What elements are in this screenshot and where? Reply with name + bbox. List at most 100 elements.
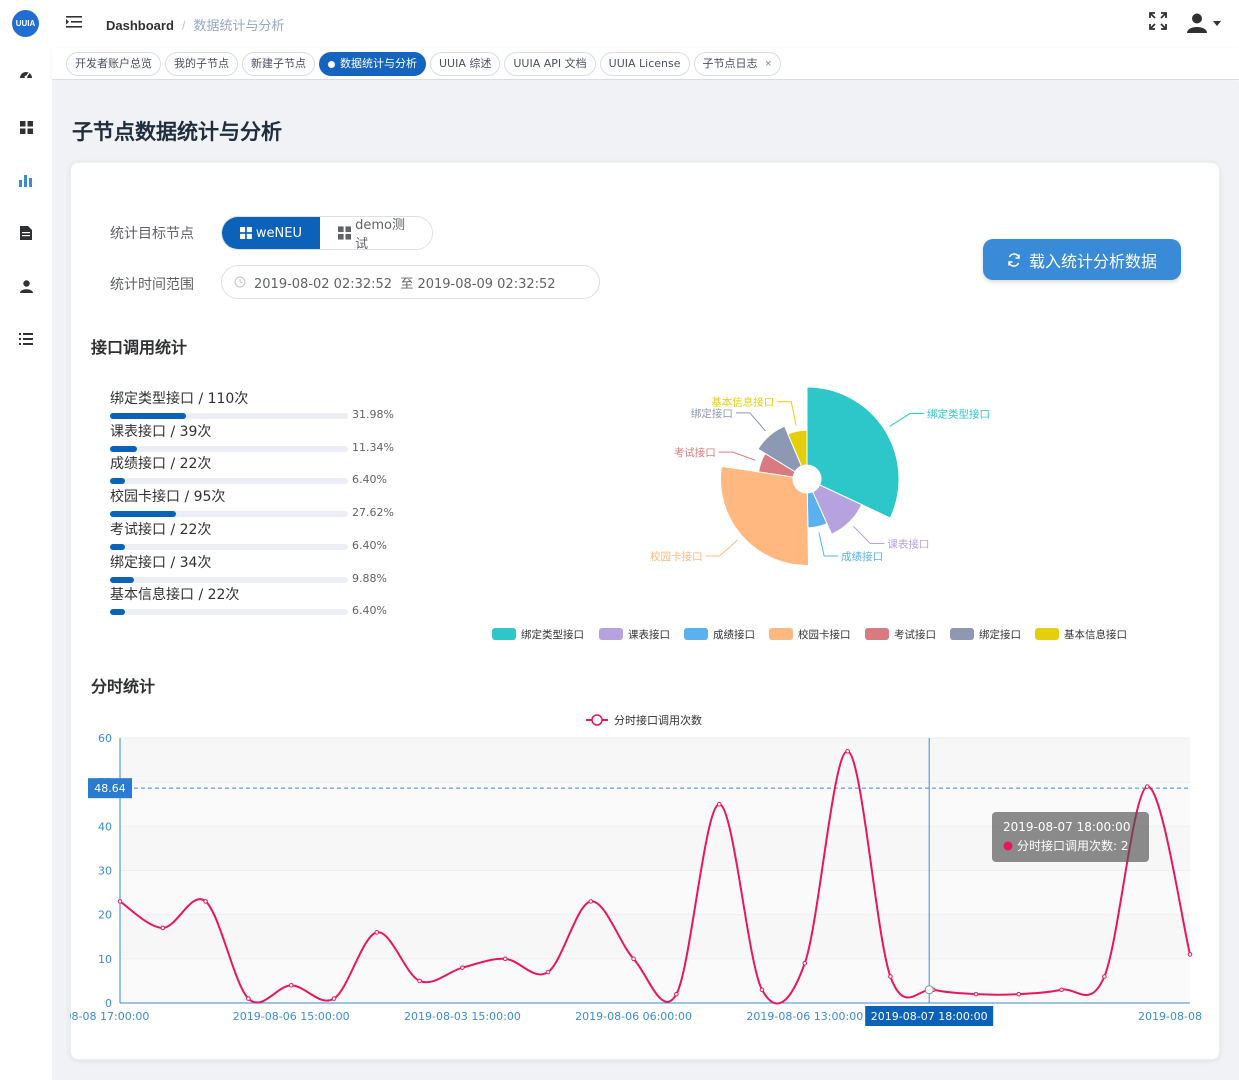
- x-tick-label: 2019-08-03 15:00:00: [404, 1010, 521, 1023]
- bar-chart-icon[interactable]: [16, 170, 36, 190]
- data-point[interactable]: [973, 991, 979, 997]
- api-stat-row: 课表接口 / 39次 11.34%: [110, 421, 410, 454]
- tag-数据统计与分析[interactable]: 数据统计与分析: [319, 52, 426, 76]
- tag-新建子节点[interactable]: 新建子节点: [242, 52, 315, 76]
- api-stat-progress: [110, 511, 348, 518]
- api-stat-row: 绑定类型接口 / 110次 31.98%: [110, 388, 410, 421]
- user-avatar-dropdown[interactable]: [1187, 13, 1221, 33]
- close-tag-icon[interactable]: ×: [765, 53, 773, 75]
- data-point[interactable]: [502, 956, 508, 962]
- tag-子节点日志[interactable]: 子节点日志 ×: [693, 52, 782, 76]
- app-logo[interactable]: UUIA: [12, 10, 39, 37]
- tag-UUIA-API-文档[interactable]: UUIA API 文档: [504, 52, 596, 76]
- legend-swatch: [865, 628, 889, 640]
- date-range-picker[interactable]: 2019-08-02 02:32:52 至 2019-08-09 02:32:5…: [221, 265, 600, 299]
- tag-UUIA-License[interactable]: UUIA License: [599, 52, 690, 76]
- legend-swatch: [684, 628, 708, 640]
- rose-slice[interactable]: [720, 465, 810, 566]
- api-stat-percent: 31.98%: [352, 408, 394, 421]
- y-tick-label: 30: [98, 865, 112, 878]
- fullscreen-icon[interactable]: [1149, 12, 1167, 34]
- data-point[interactable]: [631, 956, 636, 962]
- rose-legend-item[interactable]: 绑定接口: [950, 628, 1021, 641]
- grid-icon[interactable]: [16, 117, 36, 137]
- navbar-right: [1149, 12, 1221, 34]
- chart-tooltip: 2019-08-07 18:00:00 分时接口调用次数: 2: [992, 812, 1149, 862]
- legend-swatch: [950, 628, 974, 640]
- data-point[interactable]: [160, 925, 166, 931]
- data-point[interactable]: [117, 899, 123, 904]
- rose-legend-label: 成绩接口: [713, 628, 755, 641]
- data-point[interactable]: [802, 960, 808, 966]
- avatar-icon: [1187, 13, 1207, 33]
- data-point[interactable]: [331, 996, 337, 1001]
- api-stat-progress: [110, 445, 348, 452]
- data-point[interactable]: [1016, 991, 1022, 997]
- data-point[interactable]: [888, 974, 893, 979]
- api-stat-percent: 11.34%: [352, 440, 394, 454]
- rose-legend-item[interactable]: 校园卡接口: [769, 628, 851, 641]
- breadcrumb-dashboard[interactable]: Dashboard: [106, 18, 174, 33]
- x-tick-label: 2019-08-08: [1138, 1010, 1202, 1023]
- target-option-weneu[interactable]: weNEU: [222, 217, 320, 249]
- tag-label: UUIA License: [608, 57, 681, 70]
- api-stat-name: 考试接口 / 22次: [110, 521, 212, 538]
- rose-legend-label: 校园卡接口: [798, 628, 851, 641]
- api-stat-name: 成绩接口 / 22次: [110, 456, 212, 473]
- data-point[interactable]: [246, 996, 251, 1001]
- y-tick-label: 10: [98, 953, 112, 966]
- data-point[interactable]: [716, 801, 722, 807]
- user-icon[interactable]: [16, 276, 36, 296]
- data-point[interactable]: [288, 983, 294, 988]
- tooltip-value: 分时接口调用次数: 2: [1017, 838, 1129, 853]
- rose-label-line: [889, 413, 924, 427]
- data-point[interactable]: [460, 965, 465, 970]
- date-range-value: 2019-08-02 02:32:52 至 2019-08-09 02:32:5…: [254, 276, 556, 292]
- api-stat-progress-fill: [110, 609, 126, 616]
- rose-label-line: [705, 539, 738, 557]
- data-point[interactable]: [1102, 974, 1107, 979]
- target-node-selector: weNEU demo测试: [221, 216, 433, 250]
- data-point[interactable]: [374, 930, 380, 935]
- clock-icon: [234, 276, 246, 288]
- data-point[interactable]: [845, 748, 850, 754]
- data-point[interactable]: [417, 978, 422, 984]
- data-point[interactable]: [545, 969, 551, 975]
- tag-label: 新建子节点: [251, 57, 306, 70]
- dashboard-gauge-icon[interactable]: [16, 64, 36, 84]
- legend-swatch: [492, 628, 516, 640]
- target-option-demo[interactable]: demo测试: [320, 217, 432, 249]
- legend-circle-swatch: [591, 714, 603, 726]
- tag-开发者账户总览[interactable]: 开发者账户总览: [66, 52, 161, 76]
- tag-UUIA-综述[interactable]: UUIA 综述: [430, 52, 501, 76]
- data-point[interactable]: [674, 991, 679, 997]
- data-point[interactable]: [1059, 987, 1064, 993]
- hovered-point[interactable]: [924, 985, 934, 995]
- rose-legend-item[interactable]: 成绩接口: [684, 628, 755, 641]
- rose-legend-item[interactable]: 基本信息接口: [1035, 628, 1127, 641]
- api-stat-row: 成绩接口 / 22次 6.40%: [110, 453, 410, 486]
- load-stats-button[interactable]: 载入统计分析数据: [983, 239, 1181, 280]
- api-stat-progress-fill: [110, 478, 126, 485]
- target-node-label: 统计目标节点: [110, 226, 194, 242]
- rose-label-line: [718, 451, 756, 461]
- list-icon[interactable]: [16, 329, 36, 349]
- breadcrumb: Dashboard / 数据统计与分析: [106, 15, 285, 34]
- document-icon[interactable]: [16, 223, 36, 243]
- tag-我的子节点[interactable]: 我的子节点: [165, 52, 238, 76]
- rose-legend-item[interactable]: 考试接口: [865, 628, 936, 641]
- rose-legend-item[interactable]: 绑定类型接口: [492, 628, 584, 641]
- data-point[interactable]: [203, 899, 208, 904]
- rose-legend-item[interactable]: 课表接口: [599, 628, 670, 641]
- hamburger-menu-icon[interactable]: [66, 14, 84, 32]
- data-point[interactable]: [759, 987, 765, 993]
- api-stat-row: 考试接口 / 22次 6.40%: [110, 519, 410, 552]
- data-point[interactable]: [588, 899, 594, 904]
- api-stat-name: 课表接口 / 39次: [110, 423, 212, 440]
- rose-legend-label: 绑定类型接口: [521, 628, 584, 641]
- data-point[interactable]: [1187, 952, 1193, 957]
- grid-icon: [338, 226, 352, 240]
- line-legend-item[interactable]: 分时接口调用次数: [586, 713, 702, 727]
- target-option-label: weNEU: [255, 225, 302, 241]
- data-point[interactable]: [1144, 784, 1150, 789]
